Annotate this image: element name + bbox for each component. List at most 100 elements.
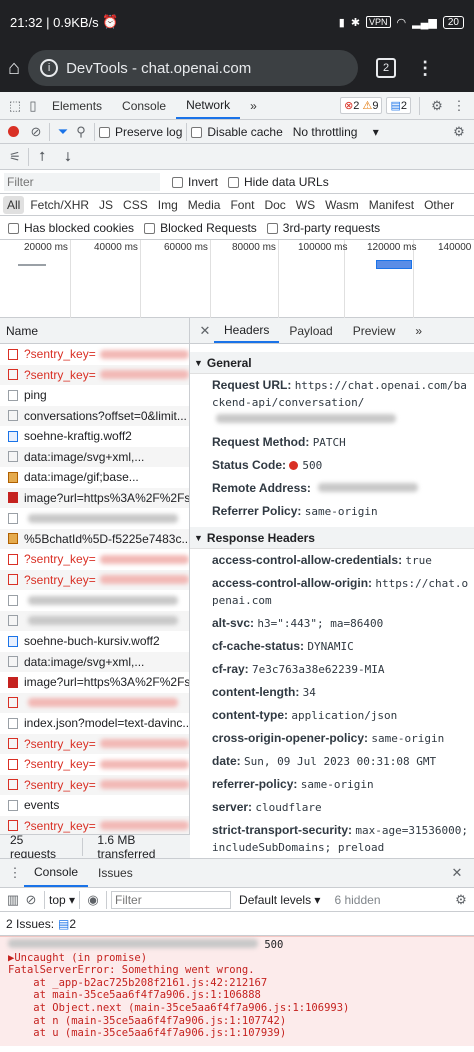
third-party-checkbox[interactable]: 3rd-party requests (266, 221, 380, 235)
close-drawer-icon[interactable]: ✕ (448, 864, 466, 882)
drawer-tab-console[interactable]: Console (24, 859, 89, 887)
tab-headers[interactable]: Headers (214, 318, 280, 343)
request-row[interactable]: ping (0, 385, 189, 406)
request-row[interactable] (0, 692, 189, 713)
request-row[interactable]: %5BchatId%5D-f5225e7483c... (0, 528, 189, 549)
clear-console-icon[interactable]: ⊘ (22, 891, 40, 909)
request-row[interactable] (0, 508, 189, 529)
request-row[interactable]: ?sentry_key= (0, 754, 189, 775)
type-filter-all[interactable]: All (3, 195, 25, 214)
request-row[interactable] (0, 590, 189, 611)
tab-network[interactable]: Network (176, 92, 241, 119)
request-row[interactable]: ?sentry_key= (0, 774, 189, 795)
request-row[interactable]: events (0, 795, 189, 816)
type-filter-doc[interactable]: Doc (260, 196, 289, 214)
type-filter-wasm[interactable]: Wasm (321, 196, 363, 214)
document-file-icon (8, 717, 18, 729)
stack-trace-line[interactable]: at u (main-35ce5aa6f4f7a906.js:1:107939) (8, 1027, 466, 1040)
home-icon[interactable]: ⌂ (8, 57, 20, 80)
type-filter-media[interactable]: Media (184, 196, 225, 214)
request-row[interactable]: ?sentry_key= (0, 344, 189, 365)
issues-bar[interactable]: 2 Issues: ▤ 2 (0, 912, 474, 936)
request-row[interactable]: ?sentry_key= (0, 569, 189, 590)
more-tabs-button[interactable]: » (240, 92, 267, 119)
type-filter-img[interactable]: Img (154, 196, 182, 214)
request-row[interactable]: image?url=https%3A%2F%2Fs... (0, 487, 189, 508)
type-filter-fetch-xhr[interactable]: Fetch/XHR (26, 196, 93, 214)
waterfall-overview[interactable]: 20000 ms 40000 ms 60000 ms 80000 ms 100000 m… (0, 240, 474, 318)
response-headers-section-header[interactable]: ▼ Response Headers (190, 527, 474, 549)
type-filter-font[interactable]: Font (226, 196, 258, 214)
settings-gear-icon[interactable]: ⚙ (428, 97, 446, 115)
header-name: content-type: (212, 708, 288, 722)
filter-input[interactable] (4, 172, 160, 191)
stack-trace-line[interactable]: at n (main-35ce5aa6f4f7a906.js:1:107742) (8, 1015, 466, 1028)
stack-trace-line[interactable]: at Object.next (main-35ce5aa6f4f7a906.js… (8, 1002, 466, 1015)
request-row[interactable]: soehne-buch-kursiv.woff2 (0, 631, 189, 652)
search-icon[interactable]: ⚲ (72, 123, 90, 141)
close-detail-icon[interactable]: ✕ (196, 322, 214, 340)
address-bar[interactable]: i DevTools - chat.openai.com (28, 50, 359, 86)
request-row[interactable] (0, 610, 189, 631)
request-row[interactable]: index.json?model=text-davinc... (0, 713, 189, 734)
network-conditions-icon[interactable]: ⚟ (6, 148, 24, 166)
request-row[interactable]: ?sentry_key= (0, 364, 189, 385)
console-settings-gear-icon[interactable]: ⚙ (452, 891, 470, 909)
type-filter-other[interactable]: Other (420, 196, 458, 214)
live-expression-eye-icon[interactable]: ◉ (84, 891, 102, 909)
import-har-icon[interactable]: ⭡ (33, 148, 51, 166)
drawer-menu-icon[interactable]: ⋮ (6, 864, 24, 882)
issues-count: 2 (69, 916, 77, 931)
tab-elements[interactable]: Elements (42, 92, 112, 119)
more-detail-tabs-button[interactable]: » (405, 318, 432, 343)
browser-menu-icon[interactable]: ⋮ (416, 58, 434, 79)
console-filter-input[interactable] (111, 890, 232, 909)
drawer-tab-issues[interactable]: Issues (88, 859, 143, 887)
request-row[interactable]: data:image/svg+xml,... (0, 651, 189, 672)
hide-data-urls-checkbox[interactable]: Hide data URLs (228, 175, 329, 189)
device-toolbar-icon[interactable]: ▯ (24, 97, 42, 115)
log-levels-select[interactable]: Default levels ▾ (239, 893, 320, 907)
tab-preview[interactable]: Preview (343, 318, 406, 343)
request-row[interactable]: data:image/gif;base... (0, 467, 189, 488)
type-filter-js[interactable]: JS (95, 196, 117, 214)
general-section-header[interactable]: ▼ General (190, 352, 474, 374)
type-filter-manifest[interactable]: Manifest (365, 196, 418, 214)
type-filter-ws[interactable]: WS (292, 196, 319, 214)
customize-menu-icon[interactable]: ⋮ (450, 97, 468, 115)
disable-cache-checkbox[interactable]: Disable cache (191, 125, 283, 139)
request-row[interactable]: ?sentry_key= (0, 733, 189, 754)
image-file-icon (8, 471, 18, 483)
type-filter-css[interactable]: CSS (119, 196, 152, 214)
preserve-log-checkbox[interactable]: Preserve log (99, 125, 182, 139)
redacted-text (99, 739, 189, 749)
request-row[interactable]: data:image/svg+xml,... (0, 446, 189, 467)
name-column-header[interactable]: Name (0, 318, 189, 344)
network-settings-gear-icon[interactable]: ⚙ (450, 123, 468, 141)
has-blocked-cookies-checkbox[interactable]: Has blocked cookies (8, 221, 134, 235)
clear-icon[interactable]: ⊘ (27, 123, 45, 141)
context-select[interactable]: top ▾ (49, 893, 75, 907)
stack-trace-line[interactable]: at main-35ce5aa6f4f7a906.js:1:106888 (8, 989, 466, 1002)
request-row[interactable]: ?sentry_key= (0, 549, 189, 570)
record-icon[interactable] (8, 126, 19, 137)
stack-trace-line[interactable]: at _app-b2ac725b208f2161.js:42:212167 (8, 977, 466, 990)
header-row: Remote Address: (190, 477, 474, 500)
invert-checkbox[interactable]: Invert (172, 175, 218, 189)
issue-counter[interactable]: ⊗2 ⚠9 (340, 97, 383, 114)
filter-icon[interactable]: ⏷ (54, 123, 72, 141)
tab-console[interactable]: Console (112, 92, 176, 119)
request-row[interactable]: image?url=https%3A%2F%2Fs... (0, 672, 189, 693)
inspect-element-icon[interactable]: ⬚ (6, 97, 24, 115)
console-sidebar-icon[interactable]: ▥ (4, 891, 22, 909)
blocked-requests-checkbox[interactable]: Blocked Requests (144, 221, 257, 235)
tab-payload[interactable]: Payload (279, 318, 342, 343)
timeline-tick: 80000 ms (232, 242, 276, 253)
export-har-icon[interactable]: ⭣ (59, 148, 77, 166)
request-row[interactable]: soehne-kraftig.woff2 (0, 426, 189, 447)
throttling-select[interactable]: No throttling ▾ (293, 125, 379, 139)
tab-switcher-button[interactable]: 2 (376, 58, 397, 78)
request-row[interactable]: conversations?offset=0&limit... (0, 405, 189, 426)
document-file-icon (8, 348, 18, 360)
message-counter[interactable]: ▤2 (386, 97, 411, 114)
